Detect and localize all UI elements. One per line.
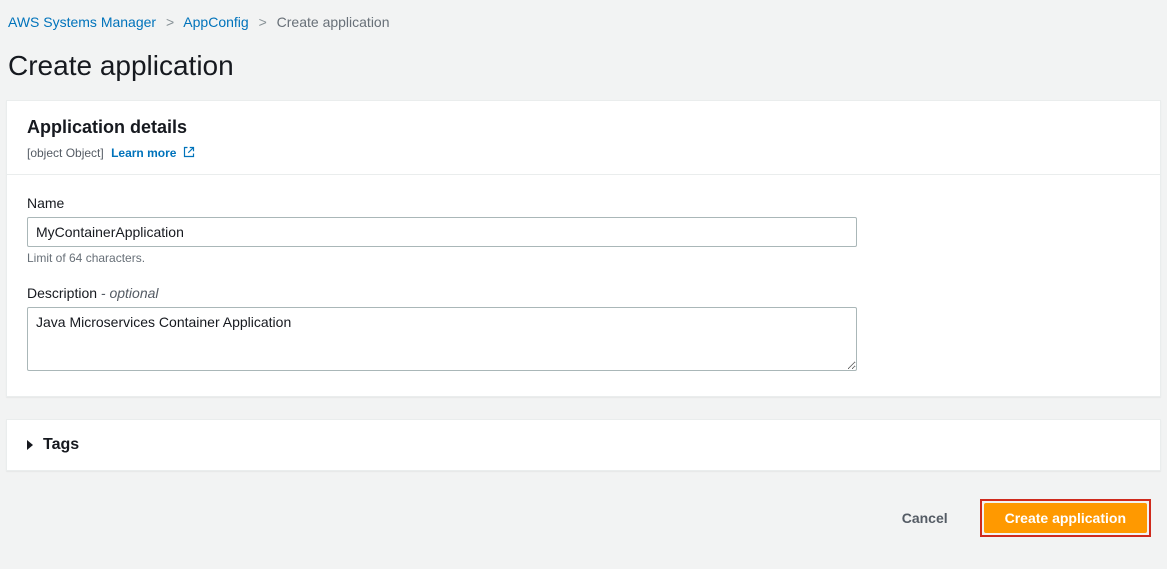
panel-description: [object Object] Learn more	[27, 146, 1140, 160]
name-helper-text: Limit of 64 characters.	[27, 251, 1140, 265]
create-application-button[interactable]: Create application	[984, 503, 1147, 533]
create-button-highlight: Create application	[980, 499, 1151, 537]
breadcrumb-separator-icon: >	[259, 14, 267, 30]
panel-header: Application details [object Object] Lear…	[7, 101, 1160, 175]
cancel-button[interactable]: Cancel	[882, 504, 968, 532]
action-bar: Cancel Create application	[0, 493, 1167, 555]
learn-more-label: Learn more	[111, 146, 176, 160]
breadcrumb: AWS Systems Manager > AppConfig > Create…	[0, 0, 1167, 40]
tags-panel: Tags	[6, 419, 1161, 471]
panel-title: Application details	[27, 117, 1140, 138]
name-field-group: Name Limit of 64 characters.	[27, 195, 1140, 265]
panel-body: Name Limit of 64 characters. Description…	[7, 175, 1160, 396]
description-label: Description - optional	[27, 285, 1140, 301]
name-label: Name	[27, 195, 1140, 211]
description-textarea[interactable]	[27, 307, 857, 371]
external-link-icon	[183, 146, 195, 158]
tags-label: Tags	[43, 436, 79, 454]
description-optional-suffix: - optional	[97, 285, 158, 301]
breadcrumb-link-appconfig[interactable]: AppConfig	[183, 14, 248, 30]
breadcrumb-current: Create application	[277, 14, 390, 30]
page-title: Create application	[0, 40, 1167, 100]
panel-description-text: [object Object]	[27, 146, 104, 160]
application-details-panel: Application details [object Object] Lear…	[6, 100, 1161, 397]
tags-expand-toggle[interactable]: Tags	[7, 420, 1160, 470]
breadcrumb-separator-icon: >	[166, 14, 174, 30]
name-input[interactable]	[27, 217, 857, 247]
description-field-group: Description - optional	[27, 285, 1140, 374]
breadcrumb-link-systems-manager[interactable]: AWS Systems Manager	[8, 14, 156, 30]
caret-right-icon	[27, 440, 33, 450]
description-label-text: Description	[27, 285, 97, 301]
learn-more-link[interactable]: Learn more	[111, 146, 195, 160]
